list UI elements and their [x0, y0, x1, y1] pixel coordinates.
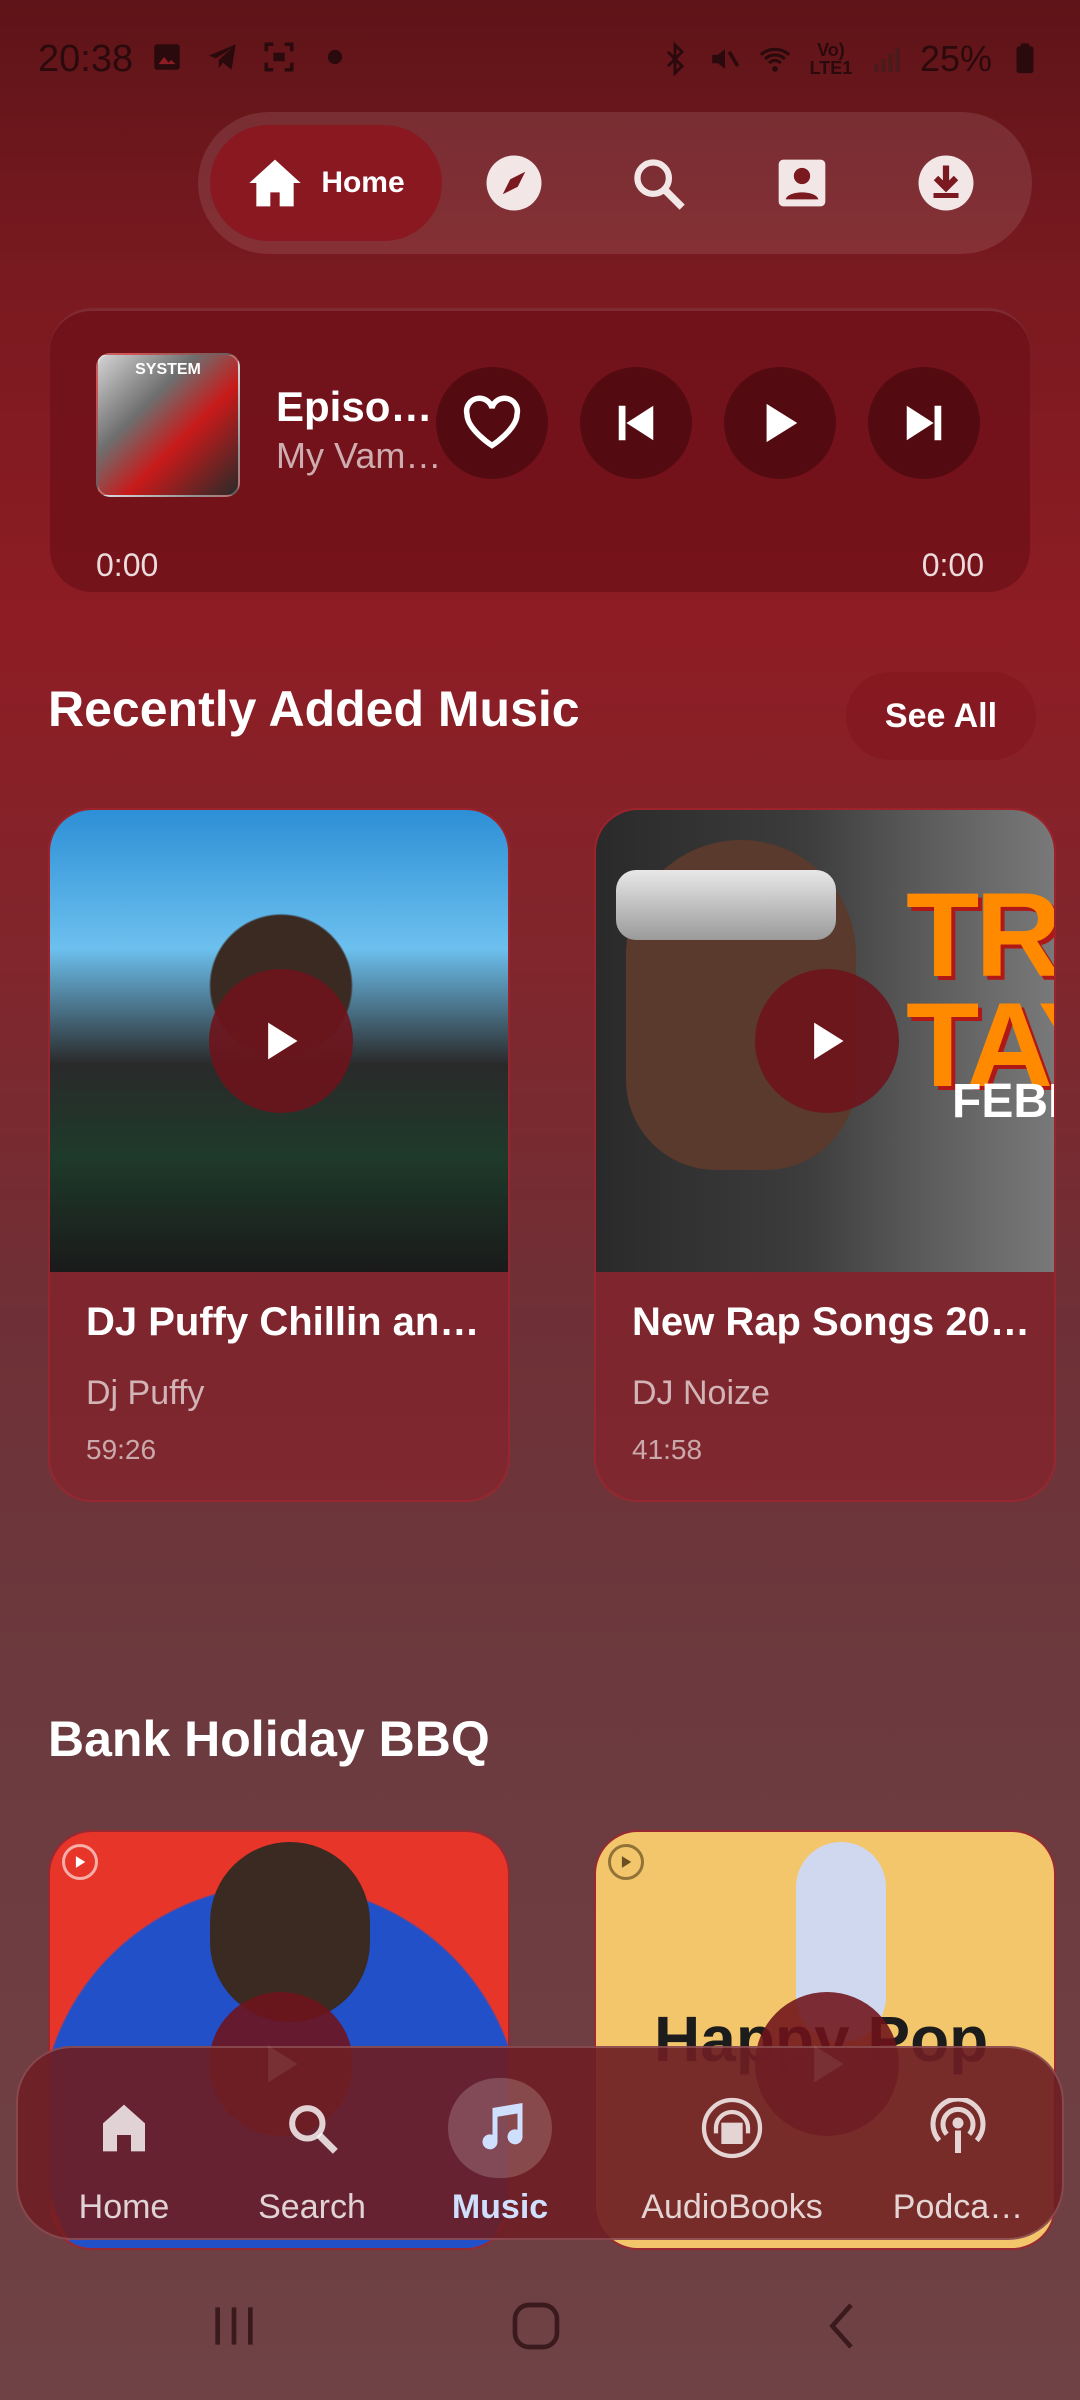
- card-title: DJ Puffy Chillin an…: [86, 1300, 480, 1344]
- podcast-icon: [906, 2078, 1010, 2178]
- screenshot-icon: [264, 42, 294, 72]
- card-play-button[interactable]: [209, 969, 353, 1113]
- bottom-nav-podcasts-label: Podca…: [892, 2188, 1024, 2226]
- play-icon: [268, 1022, 298, 1060]
- skip-previous-icon: [618, 405, 654, 441]
- home-system-icon: [512, 2302, 560, 2350]
- top-nav-account-button[interactable]: [730, 125, 874, 241]
- status-time: 20:38: [38, 38, 134, 80]
- system-navigation-bar: [0, 2266, 1080, 2400]
- playlist-badge-icon: [608, 1844, 644, 1880]
- play-icon: [766, 403, 798, 443]
- card-artist: Dj Puffy: [86, 1374, 205, 1412]
- music-card[interactable]: DJ Puffy Chillin an… Dj Puffy 59:26: [48, 808, 510, 1502]
- bottom-nav-home[interactable]: Home: [24, 2048, 224, 2242]
- search-icon: [634, 159, 685, 210]
- home-icon: [249, 159, 301, 207]
- top-nav-home-button[interactable]: Home: [210, 125, 442, 241]
- player-artist: My Vam…: [276, 435, 442, 476]
- thumbnail-banner-subtext: FEBR: [952, 1075, 1054, 1128]
- top-nav-search-button[interactable]: [586, 125, 730, 241]
- see-all-button[interactable]: See All: [846, 672, 1036, 760]
- thumbnail-sunglasses: [616, 870, 836, 940]
- previous-button[interactable]: [580, 367, 692, 479]
- signal-icon: [874, 47, 900, 72]
- top-nav-explore-button[interactable]: [442, 125, 586, 241]
- card-duration: 41:58: [632, 1434, 703, 1465]
- section-title-recent: Recently Added Music: [48, 681, 580, 737]
- card-play-button[interactable]: [755, 969, 899, 1113]
- music-card[interactable]: TRA TAY FEBR New Rap Songs 20… DJ Noize …: [594, 808, 1056, 1502]
- telegram-icon: [208, 44, 236, 70]
- download-icon: [918, 155, 974, 211]
- bottom-navigation: Home Search Music AudioBooks Podca…: [16, 2046, 1064, 2240]
- recent-apps-button[interactable]: [206, 2298, 262, 2359]
- thumbnail-banner-text: TRA TAY: [906, 868, 1056, 1112]
- card-title: New Rap Songs 20…: [632, 1300, 1030, 1344]
- bottom-nav-podcasts[interactable]: Podca…: [858, 2048, 1058, 2242]
- bottom-nav-audiobooks-label: AudioBooks: [641, 2188, 823, 2226]
- play-button[interactable]: [724, 367, 836, 479]
- battery-icon: [1016, 43, 1034, 74]
- network-type-label: Vo) LTE1: [809, 40, 853, 78]
- player-time-total: 0:00: [921, 547, 984, 583]
- top-navigation: Home: [198, 112, 1032, 254]
- dot-icon: [327, 49, 343, 65]
- account-icon: [778, 159, 826, 207]
- play-icon: [814, 1022, 844, 1060]
- wifi-icon: [759, 47, 791, 72]
- bottom-nav-music[interactable]: Music: [400, 2048, 600, 2242]
- player-title: Episo…: [276, 383, 433, 430]
- recent-apps-icon: [215, 2307, 253, 2345]
- like-button[interactable]: [436, 367, 548, 479]
- back-icon: [829, 2303, 853, 2349]
- card-duration: 59:26: [86, 1434, 157, 1465]
- bluetooth-icon: [666, 42, 685, 76]
- mute-icon: [712, 49, 740, 69]
- card-artist: DJ Noize: [632, 1374, 770, 1412]
- skip-next-icon: [906, 405, 942, 441]
- bottom-nav-music-label: Music: [451, 2188, 549, 2226]
- status-bar: 20:38 Vo) LTE1 25%: [0, 0, 1080, 120]
- top-nav-download-button[interactable]: [874, 125, 1018, 241]
- mini-player[interactable]: SYSTEM Episo… My Vam… 0:00 0:00: [50, 308, 1030, 592]
- section-title-bbq: Bank Holiday BBQ: [48, 1711, 490, 1767]
- bottom-nav-home-label: Home: [78, 2188, 170, 2226]
- music-note-icon: [448, 2078, 552, 2178]
- search-icon: [260, 2078, 364, 2178]
- player-time-current: 0:00: [96, 547, 159, 583]
- status-notification-icons: [150, 40, 352, 74]
- home-icon: [72, 2078, 176, 2178]
- playlist-badge-icon: [62, 1844, 98, 1880]
- player-artwork: SYSTEM: [96, 353, 240, 497]
- audiobook-icon: [680, 2078, 784, 2178]
- heart-icon: [463, 395, 521, 449]
- bottom-nav-search[interactable]: Search: [212, 2048, 412, 2242]
- status-system-icons: Vo) LTE1 25%: [658, 38, 1042, 80]
- home-system-button[interactable]: [508, 2298, 564, 2359]
- explore-icon: [486, 155, 542, 211]
- next-button[interactable]: [868, 367, 980, 479]
- player-artwork-caption: SYSTEM: [135, 361, 201, 378]
- image-icon: [154, 44, 180, 70]
- back-button[interactable]: [816, 2298, 872, 2359]
- bottom-nav-search-label: Search: [258, 2188, 366, 2226]
- top-nav-home-label: Home: [321, 166, 405, 199]
- bottom-nav-audiobooks[interactable]: AudioBooks: [614, 2048, 850, 2242]
- battery-percent: 25%: [919, 38, 992, 79]
